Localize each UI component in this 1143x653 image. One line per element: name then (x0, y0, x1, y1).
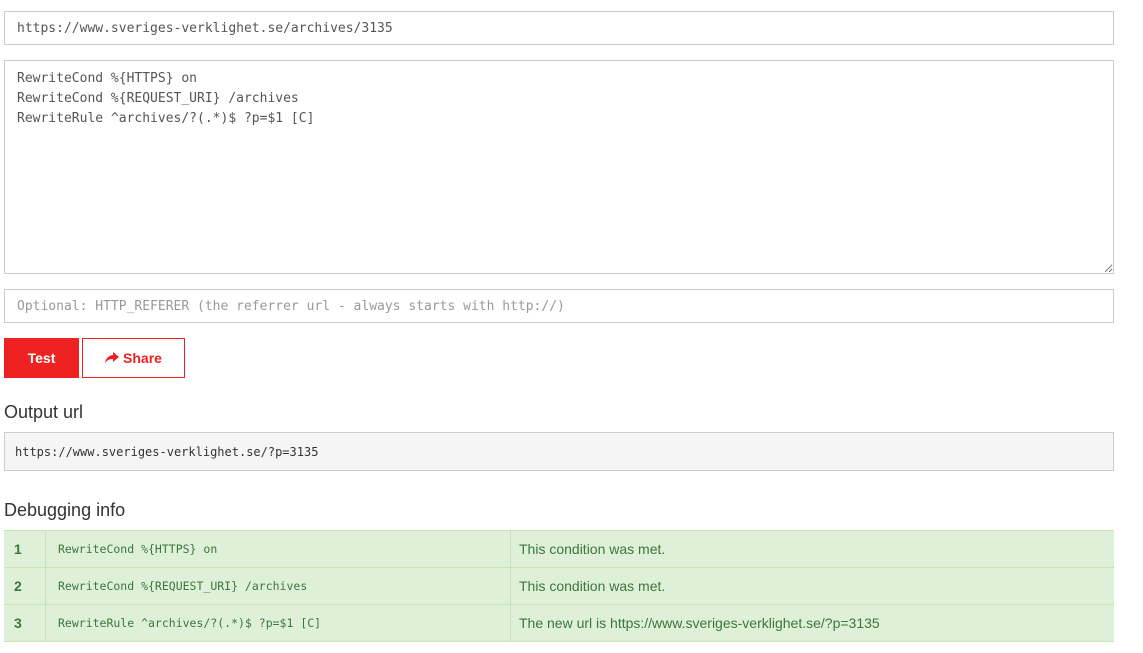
debugging-info-table: 1 RewriteCond %{HTTPS} on This condition… (4, 530, 1114, 642)
table-row: 2 RewriteCond %{REQUEST_URI} /archives T… (4, 567, 1114, 605)
share-button[interactable]: Share (82, 338, 185, 378)
output-url-box: https://www.sveriges-verklighet.se/?p=31… (4, 432, 1114, 471)
share-arrow-icon (105, 352, 120, 364)
row-rule: RewriteRule ^archives/?(.*)$ ?p=$1 [C] (45, 604, 511, 642)
rewrite-tester-page: RewriteCond %{HTTPS} on RewriteCond %{RE… (0, 0, 1143, 653)
http-referer-input[interactable] (4, 289, 1114, 323)
url-input[interactable] (4, 11, 1114, 45)
row-rule: RewriteCond %{REQUEST_URI} /archives (45, 567, 511, 605)
table-row: 3 RewriteRule ^archives/?(.*)$ ?p=$1 [C]… (4, 604, 1114, 642)
table-row: 1 RewriteCond %{HTTPS} on This condition… (4, 530, 1114, 568)
row-number: 3 (4, 604, 46, 642)
test-button[interactable]: Test (4, 338, 79, 378)
share-button-label: Share (123, 350, 162, 366)
row-message: The new url is https://www.sveriges-verk… (510, 604, 1114, 642)
row-rule: RewriteCond %{HTTPS} on (45, 530, 511, 568)
row-message: This condition was met. (510, 567, 1114, 605)
row-number: 2 (4, 567, 46, 605)
rewrite-rules-textarea[interactable]: RewriteCond %{HTTPS} on RewriteCond %{RE… (4, 60, 1114, 274)
row-number: 1 (4, 530, 46, 568)
debugging-info-heading: Debugging info (4, 500, 126, 520)
row-message: This condition was met. (510, 530, 1114, 568)
output-url-heading: Output url (4, 402, 84, 422)
